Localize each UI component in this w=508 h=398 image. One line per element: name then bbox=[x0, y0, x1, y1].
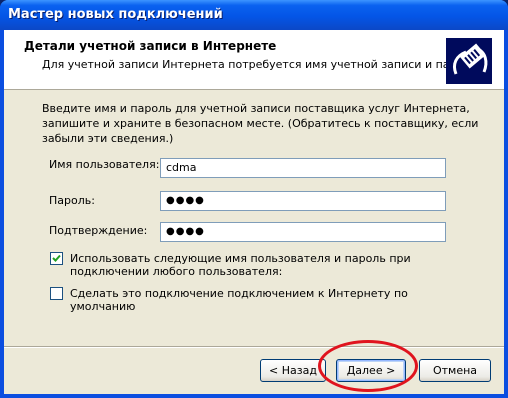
wizard-client-area: Детали учетной записи в Интернете Для уч… bbox=[4, 30, 504, 394]
username-label: Имя пользователя: bbox=[49, 158, 160, 171]
checkmark-icon bbox=[52, 254, 61, 262]
password-input[interactable]: ●●●● bbox=[160, 191, 446, 211]
wizard-window: Мастер новых подключений Детали учетной … bbox=[0, 0, 508, 398]
password-label: Пароль: bbox=[49, 194, 95, 207]
default-connection-checkbox[interactable] bbox=[50, 287, 63, 300]
use-for-all-users-label: Использовать следующие имя пользователя … bbox=[70, 252, 411, 278]
username-input[interactable]: cdma bbox=[160, 158, 446, 178]
default-connection-label: Сделать это подключение подключением к И… bbox=[70, 287, 408, 313]
intro-text: Введите имя и пароль для учетной записи … bbox=[42, 102, 479, 145]
use-for-all-users-checkbox[interactable] bbox=[50, 252, 63, 265]
cancel-button[interactable]: Отмена bbox=[419, 359, 491, 382]
network-cable-icon bbox=[446, 38, 492, 84]
confirm-label: Подтверждение: bbox=[49, 224, 148, 237]
wizard-header: Детали учетной записи в Интернете Для уч… bbox=[4, 30, 504, 90]
page-subtitle: Для учетной записи Интернета потребуется… bbox=[42, 58, 481, 71]
confirm-password-input[interactable]: ●●●● bbox=[160, 222, 446, 242]
window-title: Мастер новых подключений bbox=[8, 7, 223, 22]
title-bar[interactable]: Мастер новых подключений bbox=[0, 0, 508, 30]
back-button[interactable]: < Назад bbox=[260, 359, 326, 382]
page-title: Детали учетной записи в Интернете bbox=[24, 39, 277, 53]
next-button[interactable]: Далее > bbox=[336, 359, 406, 382]
footer-separator bbox=[4, 346, 504, 348]
